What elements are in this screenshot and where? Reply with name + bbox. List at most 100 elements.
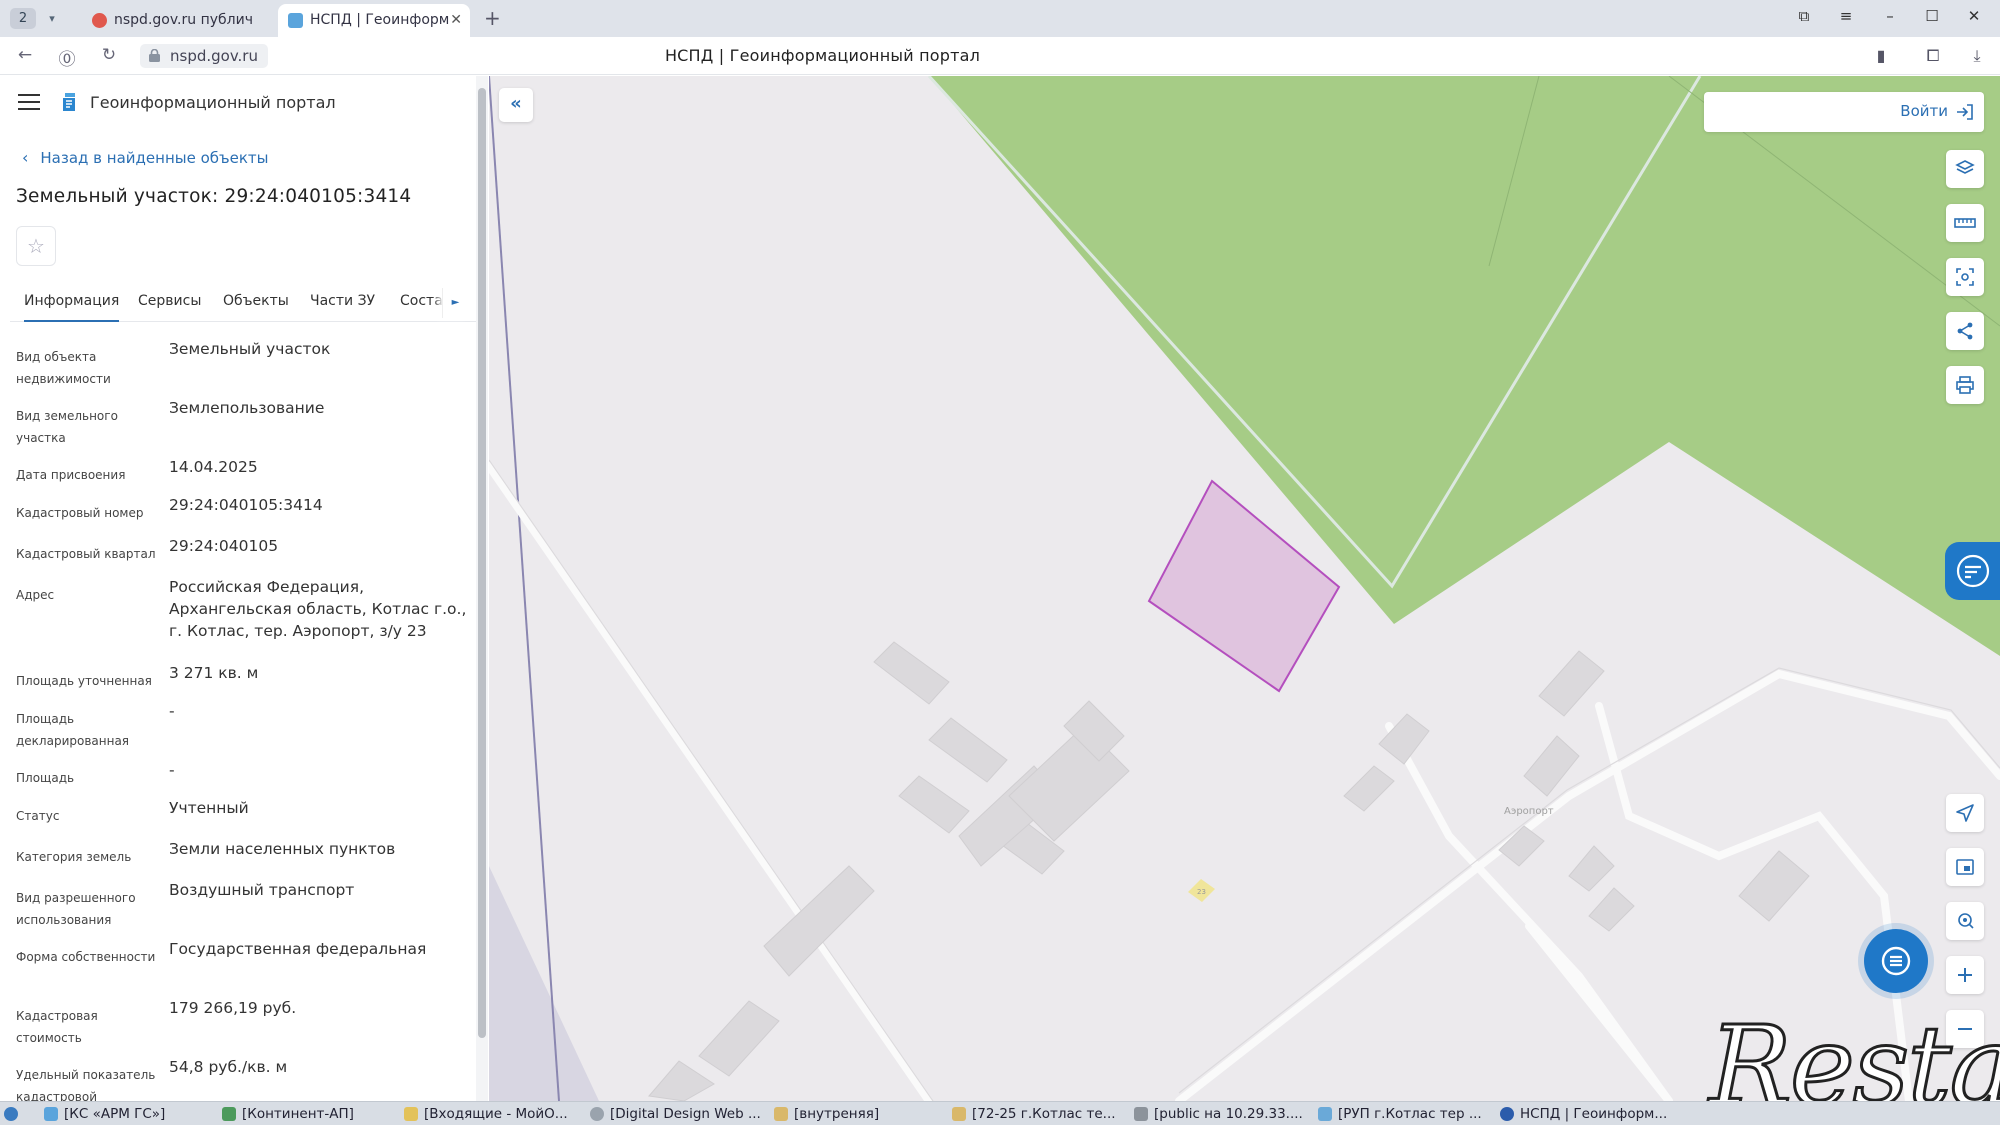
attr-value: 29:24:040105	[169, 537, 279, 555]
tab-label: НСПД | Геоинформа	[310, 12, 450, 28]
minimize-icon[interactable]: –	[1878, 7, 1902, 25]
attr-label: Форма собственности	[16, 950, 156, 964]
page-title: НСПД | Геоинформационный портал	[664, 46, 981, 65]
os-taskbar: [КС «АРМ ГС»] [Континент-АП] [Входящие -…	[0, 1101, 2000, 1125]
print-tool[interactable]	[1946, 366, 1984, 404]
zoom-in-button[interactable]	[1946, 956, 1984, 994]
measure-tool[interactable]	[1946, 204, 1984, 242]
attr-label: Вид разрешенного использования	[16, 891, 136, 927]
attr-label: Удельный показатель кадастровой	[16, 1068, 156, 1101]
location-arrow-icon	[1956, 804, 1974, 822]
app-icon	[1134, 1107, 1148, 1121]
bookmark-icon[interactable]: ▮	[1870, 46, 1892, 65]
taskbar-item[interactable]: [public на 10.29.33....	[1134, 1105, 1303, 1123]
layers-icon	[1955, 160, 1975, 174]
start-icon[interactable]	[4, 1105, 20, 1123]
taskbar-item[interactable]: [КС «АРМ ГС»]	[44, 1105, 165, 1123]
attr-value: -	[169, 761, 175, 779]
attr-label: Адрес	[16, 588, 55, 602]
attr-label: Площадь	[16, 771, 75, 785]
panel-scrollbar[interactable]	[476, 76, 488, 1101]
tab-label: nspd.gov.ru публичная	[114, 12, 254, 28]
print-icon	[1956, 376, 1974, 394]
geolocation-tool[interactable]	[1946, 794, 1984, 832]
favorite-star-button[interactable]: ☆	[16, 226, 56, 266]
attr-value: 3 271 кв. м	[169, 664, 259, 682]
select-area-tool[interactable]	[1946, 258, 1984, 296]
download-icon[interactable]: ⤓	[1966, 46, 1988, 66]
browser-icon	[1500, 1107, 1514, 1121]
back-to-results-link[interactable]: ‹ Назад в найденные объекты	[22, 148, 269, 167]
new-tab-button[interactable]: +	[484, 4, 501, 32]
folder-icon	[774, 1107, 788, 1121]
app-icon	[44, 1107, 58, 1121]
geo-search-tool[interactable]	[1946, 902, 1984, 940]
tab-services[interactable]: Сервисы	[138, 286, 201, 322]
layers-tool[interactable]	[1946, 150, 1984, 188]
map-canvas[interactable]: 23 Аэропорт « Войти Restate	[489, 76, 2000, 1101]
taskbar-item[interactable]: [Digital Design Web ...	[590, 1105, 761, 1123]
taskbar-item[interactable]: [внутреняя]	[774, 1105, 879, 1123]
back-link-label: Назад в найденные объекты	[40, 149, 269, 167]
ruler-icon	[1954, 218, 1976, 228]
folder-icon	[952, 1107, 966, 1121]
extensions-icon[interactable]: ⧠	[1922, 46, 1944, 66]
chat-bubble-icon	[1956, 554, 1990, 588]
attr-label: Вид объекта недвижимости	[16, 350, 111, 386]
scrollbar-thumb[interactable]	[478, 88, 486, 1038]
feedback-side-button[interactable]	[1945, 542, 2000, 600]
attr-value: Российская Федерация, Архангельская обла…	[169, 578, 467, 640]
share-icon	[1957, 322, 1973, 340]
tab-parcel-parts[interactable]: Части ЗУ	[310, 286, 375, 322]
tab-nspd-public[interactable]: nspd.gov.ru публичная	[82, 4, 272, 37]
attr-value: Земли населенных пунктов	[169, 840, 396, 858]
minimap-icon	[1956, 859, 1974, 875]
taskbar-item[interactable]: [72-25 г.Котлас те...	[952, 1105, 1116, 1123]
attr-value: Землепользование	[169, 399, 325, 417]
chevron-left-icon: ‹	[22, 148, 29, 167]
object-info-panel: Геоинформационный портал ‹ Назад в найден…	[0, 76, 476, 1101]
tab-close-icon[interactable]: ✕	[450, 4, 462, 37]
tab-information[interactable]: Информация	[24, 286, 120, 322]
tab-composition[interactable]: Соста	[400, 286, 443, 322]
login-icon[interactable]	[1956, 104, 1974, 120]
attr-label: Кадастровый номер	[16, 506, 144, 520]
app-icon	[404, 1107, 418, 1121]
favicon-icon	[288, 13, 303, 28]
login-button[interactable]: Войти	[1900, 102, 1948, 120]
tab-counter[interactable]: 2	[10, 8, 36, 29]
plus-icon	[1958, 968, 1972, 982]
maximize-icon[interactable]: ☐	[1920, 7, 1944, 25]
attr-value: Государственная федеральная	[169, 940, 427, 958]
forest-area	[929, 76, 2000, 656]
tab-list-dropdown-icon[interactable]: ▾	[42, 8, 62, 29]
tab-objects[interactable]: Объекты	[223, 286, 289, 322]
menu-hamburger-icon[interactable]	[18, 94, 40, 110]
collapse-panel-button[interactable]: «	[499, 88, 533, 122]
login-bar: Войти	[1704, 92, 1984, 132]
app-icon	[590, 1107, 604, 1121]
minimap-tool[interactable]	[1946, 848, 1984, 886]
share-tool[interactable]	[1946, 312, 1984, 350]
attr-value: 29:24:040105:3414	[169, 496, 323, 514]
attr-label: Площадь декларированная	[16, 712, 130, 748]
taskbar-item[interactable]: [Входящие - МойО...	[404, 1105, 568, 1123]
taskbar-item[interactable]: [РУП г.Котлас тер ...	[1318, 1105, 1482, 1123]
map-area-label: Аэропорт	[1504, 806, 1554, 817]
select-area-icon	[1956, 268, 1974, 286]
attr-label: Дата присвоения	[16, 468, 126, 482]
attr-label: Кадастровый квартал	[16, 547, 156, 561]
taskbar-item[interactable]: [Континент-АП]	[222, 1105, 354, 1123]
tabs-scroll-right-icon[interactable]: ►	[442, 288, 468, 318]
close-window-icon[interactable]: ✕	[1962, 7, 1986, 25]
map-label: 23	[1197, 888, 1206, 896]
attr-label: Площадь уточненная	[16, 674, 152, 688]
attr-value: Земельный участок	[169, 340, 331, 358]
menu-icon[interactable]: ≡	[1834, 7, 1858, 25]
tab-nspd-geoportal[interactable]: НСПД | Геоинформа ✕	[278, 4, 470, 37]
taskbar-item-active[interactable]: НСПД | Геоинформ...	[1500, 1105, 1667, 1123]
portal-name: Геоинформационный портал	[90, 93, 336, 112]
pin-window-icon[interactable]: ⧉	[1792, 7, 1816, 25]
chat-assistant-button[interactable]	[1864, 929, 1928, 993]
attr-value: Воздушный транспорт	[169, 881, 355, 899]
